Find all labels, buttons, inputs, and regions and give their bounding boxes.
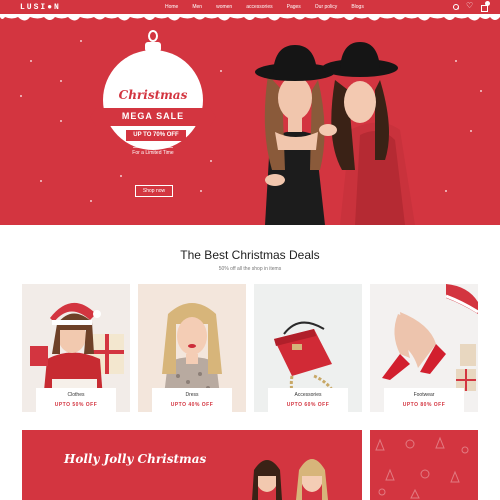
category-card-accessories[interactable]: Accessories UPTO 60% OFF xyxy=(254,284,362,412)
card-deal: UPTO 60% OFF xyxy=(286,402,330,408)
nav-men[interactable]: Men xyxy=(192,4,202,10)
ornament-title: Christmas xyxy=(118,88,188,102)
discount-label: UP TO 70% OFF xyxy=(126,130,186,141)
card-label: Accessories UPTO 60% OFF xyxy=(268,388,348,412)
card-name: Footwear xyxy=(413,392,435,398)
nav-accessories[interactable]: accessories xyxy=(246,4,272,10)
festive-pattern xyxy=(375,436,469,499)
shop-now-button[interactable]: Shop now xyxy=(135,185,173,197)
hero-banner: LUSI●N Home Men women accessories Pages … xyxy=(0,0,500,225)
nav-blogs[interactable]: Blogs xyxy=(351,4,364,10)
card-label: Dress UPTO 40% OFF xyxy=(152,388,232,412)
banner-models-photo xyxy=(252,459,328,500)
card-name: Dress xyxy=(185,392,199,398)
deals-title: The Best Christmas Deals xyxy=(180,248,320,262)
mega-sale-label: MEGA SALE xyxy=(121,111,185,121)
ornament-divider xyxy=(133,147,173,148)
card-label: Clothes UPTO 50% OFF xyxy=(36,388,116,412)
nav-women[interactable]: women xyxy=(216,4,232,10)
cart-badge xyxy=(485,1,490,6)
category-card-footwear[interactable]: Footwear UPTO 80% OFF xyxy=(370,284,478,412)
top-navigation-bar: LUSI●N Home Men women accessories Pages … xyxy=(0,0,500,15)
category-card-dress[interactable]: Dress UPTO 40% OFF xyxy=(138,284,246,412)
heart-icon[interactable] xyxy=(466,1,474,11)
card-label: Footwear UPTO 80% OFF xyxy=(384,388,464,412)
card-name: Accessories xyxy=(294,392,322,398)
hero-models-photo xyxy=(255,42,415,225)
festive-pattern-banner[interactable] xyxy=(370,430,478,500)
nav-our-policy[interactable]: Our policy xyxy=(315,4,338,10)
holly-jolly-banner[interactable]: Holly Jolly Christmas xyxy=(22,430,362,500)
nav-home[interactable]: Home xyxy=(165,4,178,10)
nav-pages[interactable]: Pages xyxy=(287,4,301,10)
ornament-hook xyxy=(148,30,158,42)
brand-logo[interactable]: LUSI●N xyxy=(20,3,61,12)
card-deal: UPTO 40% OFF xyxy=(170,402,214,408)
category-card-clothes[interactable]: Clothes UPTO 50% OFF xyxy=(22,284,130,412)
card-name: Clothes xyxy=(67,392,85,398)
card-deal: UPTO 50% OFF xyxy=(54,402,98,408)
main-nav: Home Men women accessories Pages Our pol… xyxy=(165,4,378,10)
search-icon[interactable] xyxy=(452,3,460,11)
limited-time-label: For a Limited Time xyxy=(132,150,174,156)
shopping-bag-icon[interactable] xyxy=(480,1,490,12)
header-icons xyxy=(452,1,490,12)
banner-title: Holly Jolly Christmas xyxy=(64,452,207,466)
card-deal: UPTO 80% OFF xyxy=(402,402,446,408)
deals-subtitle: 50% off all the shop in items xyxy=(218,266,282,272)
